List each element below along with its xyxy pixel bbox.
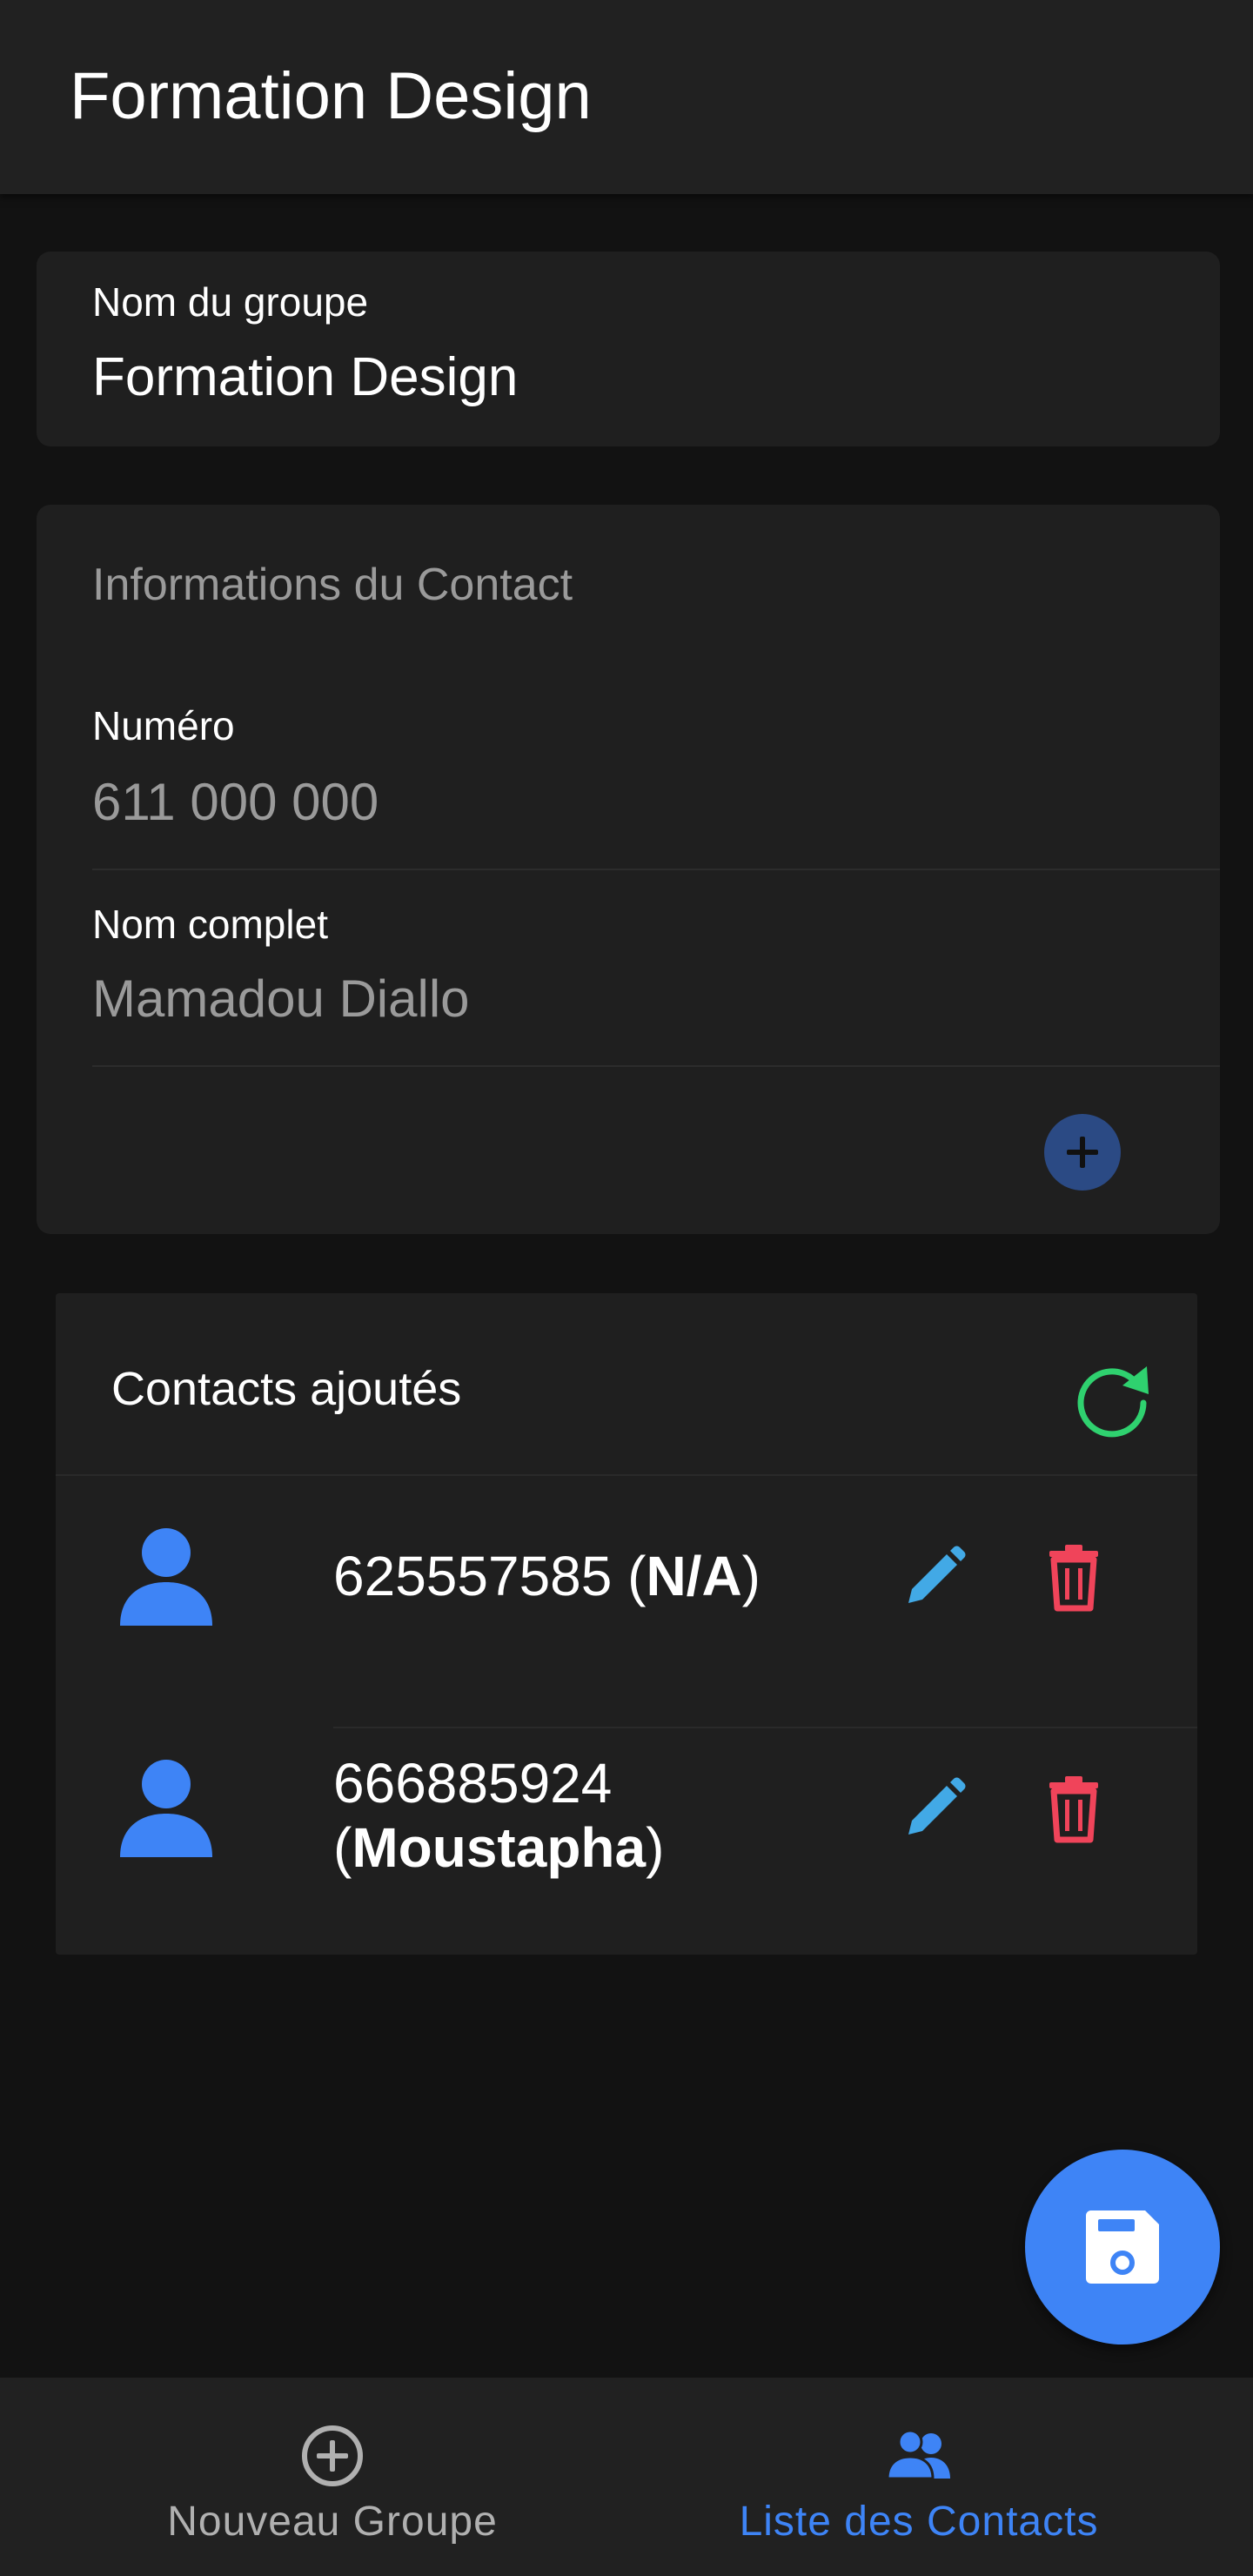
person-icon — [120, 1528, 212, 1626]
add-contact-button[interactable] — [1044, 1114, 1121, 1191]
nav-label-new-group: Nouveau Groupe — [167, 2499, 498, 2545]
name-input[interactable]: Mamadou Diallo — [92, 968, 470, 1030]
plus-icon — [1067, 1137, 1098, 1168]
contacts-list-card: Contacts ajoutés 625557585 (N/A) 6668859… — [56, 1293, 1197, 1955]
refresh-icon[interactable] — [1069, 1359, 1156, 1446]
trash-icon[interactable] — [1046, 1774, 1102, 1843]
page-title: Formation Design — [70, 59, 592, 133]
nav-item-contacts[interactable]: Liste des Contacts — [606, 2378, 1232, 2576]
contact-row-text: 666885924 (Moustapha) — [333, 1752, 665, 1879]
edit-icon[interactable] — [900, 1542, 969, 1612]
contacts-icon — [886, 2429, 950, 2480]
app-bar: Formation Design — [0, 0, 1253, 194]
contact-name: N/A — [646, 1545, 742, 1607]
trash-icon[interactable] — [1046, 1542, 1102, 1612]
contact-row: 666885924 (Moustapha) — [56, 1728, 1197, 1925]
person-icon — [120, 1760, 212, 1857]
contact-row: 625557585 (N/A) — [56, 1476, 1197, 1673]
number-underline — [92, 869, 1220, 870]
contacts-list-title: Contacts ajoutés — [111, 1363, 462, 1415]
number-label: Numéro — [92, 703, 235, 748]
name-label: Nom complet — [92, 902, 328, 947]
contact-row-text: 625557585 (N/A) — [333, 1545, 761, 1607]
contacts-list-header: Contacts ajoutés — [56, 1293, 1197, 1476]
nav-item-new-group[interactable]: Nouveau Groupe — [19, 2378, 646, 2576]
name-underline — [92, 1065, 1220, 1067]
contact-number: 666885924 — [333, 1752, 613, 1815]
add-circle-icon — [302, 2425, 363, 2486]
group-name-value[interactable]: Formation Design — [92, 345, 518, 410]
group-name-field[interactable]: Nom du groupe Formation Design — [37, 252, 1220, 446]
contact-name: Moustapha — [352, 1816, 647, 1879]
edit-icon[interactable] — [900, 1774, 969, 1843]
contact-info-title: Informations du Contact — [92, 560, 573, 610]
save-button[interactable] — [1025, 2150, 1220, 2345]
nav-label-contacts: Liste des Contacts — [739, 2499, 1099, 2545]
contact-info-card: Informations du Contact Numéro 611 000 0… — [37, 505, 1220, 1234]
bottom-navigation: Nouveau Groupe Liste des Contacts — [0, 2378, 1253, 2576]
number-input[interactable]: 611 000 000 — [92, 771, 379, 834]
save-icon — [1086, 2210, 1159, 2284]
contact-number: 625557585 — [333, 1545, 613, 1607]
group-name-label: Nom du groupe — [92, 279, 369, 325]
